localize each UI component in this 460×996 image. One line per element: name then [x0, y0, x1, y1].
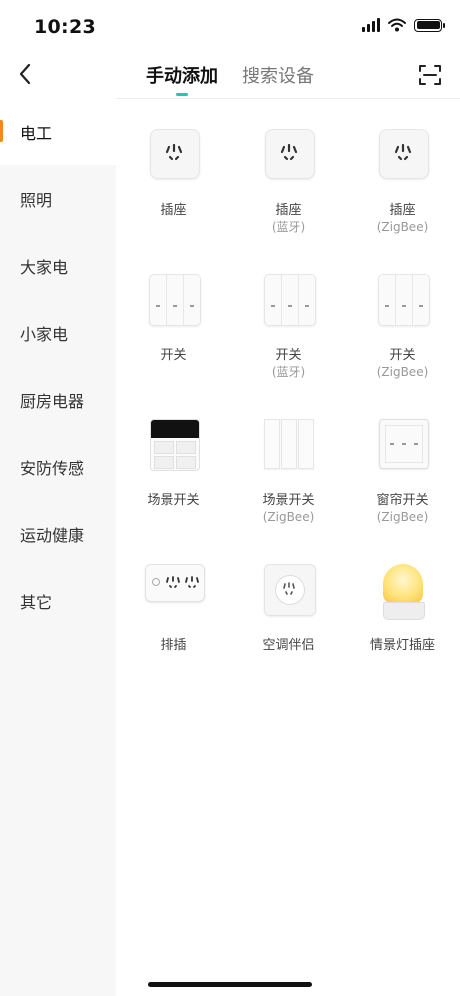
device-sub: (蓝牙) [271, 365, 306, 379]
device-name: 场景开关 [147, 493, 200, 508]
sidebar-item-label: 厨房电器 [20, 391, 85, 411]
sidebar-item-small-appliances[interactable]: 小家电 [0, 299, 116, 366]
device-power-strip[interactable]: 排插 [116, 533, 231, 654]
device-name: 情景灯插座 [369, 638, 435, 653]
power-strip-icon [144, 564, 205, 624]
tab-manual-add[interactable]: 手动添加 [146, 60, 218, 96]
device-curtain-switch-zigbee[interactable]: 窗帘开关 (ZigBee) [345, 388, 460, 525]
device-row: 排插 空调伴侣 情景灯插座 [116, 533, 460, 678]
switch-icon [373, 274, 433, 334]
device-sub: (蓝牙) [271, 220, 306, 234]
tab-search-device[interactable]: 搜索设备 [242, 60, 314, 96]
active-indicator [0, 120, 3, 142]
sidebar-item-large-appliances[interactable]: 大家电 [0, 232, 116, 299]
tab-bar: 手动添加 搜索设备 [0, 60, 460, 96]
switch-icon [144, 274, 204, 334]
sidebar-item-label: 大家电 [20, 257, 69, 277]
device-name: 插座 [275, 203, 302, 218]
device-name: 开关 [275, 348, 302, 363]
device-name: 窗帘开关 [376, 493, 429, 508]
sidebar-item-kitchen[interactable]: 厨房电器 [0, 366, 116, 433]
signal-icon [362, 18, 380, 32]
sidebar-item-electrical[interactable]: 电工 [0, 98, 116, 165]
device-switch[interactable]: 开关 [116, 243, 231, 364]
night-light-icon [373, 564, 433, 624]
device-name: 开关 [160, 348, 187, 363]
socket-icon [144, 129, 204, 189]
socket-icon [373, 129, 433, 189]
sidebar-item-label: 小家电 [20, 324, 69, 344]
device-sub: (ZigBee) [376, 220, 429, 234]
status-time: 10:23 [34, 16, 96, 38]
tab-active-indicator [176, 93, 188, 96]
device-socket-zigbee[interactable]: 插座 (ZigBee) [345, 98, 460, 235]
status-icons [362, 18, 445, 32]
device-name: 插座 [389, 203, 416, 218]
device-row: 插座 插座 (蓝牙) 插座 (ZigBee) [116, 98, 460, 243]
sidebar-item-fitness[interactable]: 运动健康 [0, 500, 116, 567]
device-name: 插座 [160, 203, 187, 218]
battery-icon [414, 18, 445, 32]
category-sidebar: 电工 照明 大家电 小家电 厨房电器 安防传感 运动健康 其它 [0, 98, 116, 996]
sidebar-item-label: 电工 [20, 123, 53, 143]
sidebar-item-other[interactable]: 其它 [0, 567, 116, 634]
socket-icon [259, 129, 319, 189]
curtain-switch-icon [373, 419, 433, 479]
device-name: 场景开关 [262, 493, 315, 508]
device-sub: (ZigBee) [376, 365, 429, 379]
device-sub: (ZigBee) [376, 510, 429, 524]
home-indicator[interactable] [148, 982, 312, 987]
device-socket-bluetooth[interactable]: 插座 (蓝牙) [231, 98, 346, 235]
nav-bar: 手动添加 搜索设备 [0, 52, 460, 99]
device-name: 空调伴侣 [262, 638, 315, 653]
device-scene-switch[interactable]: 场景开关 [116, 388, 231, 509]
device-night-light-socket[interactable]: 情景灯插座 [345, 533, 460, 654]
scene-switch-icon [259, 419, 319, 479]
tab-search-device-label: 搜索设备 [242, 66, 314, 87]
scan-icon[interactable] [418, 63, 442, 87]
device-row: 开关 开关 (蓝牙) 开关 (ZigBee) [116, 243, 460, 388]
scene-switch-icon [144, 419, 204, 479]
sidebar-item-security[interactable]: 安防传感 [0, 433, 116, 500]
device-switch-zigbee[interactable]: 开关 (ZigBee) [345, 243, 460, 380]
switch-icon [259, 274, 319, 334]
device-name: 开关 [389, 348, 416, 363]
device-scene-switch-zigbee[interactable]: 场景开关 (ZigBee) [231, 388, 346, 525]
wifi-icon [388, 18, 406, 32]
device-row: 场景开关 场景开关 (ZigBee) 窗帘开关 (ZigBee) [116, 388, 460, 533]
sidebar-item-label: 其它 [20, 592, 53, 612]
device-ac-companion[interactable]: 空调伴侣 [231, 533, 346, 654]
tab-manual-add-label: 手动添加 [146, 66, 218, 87]
sidebar-item-label: 安防传感 [20, 458, 85, 478]
sidebar-item-lighting[interactable]: 照明 [0, 165, 116, 232]
sidebar-item-label: 照明 [20, 190, 53, 210]
device-socket[interactable]: 插座 [116, 98, 231, 219]
device-switch-bluetooth[interactable]: 开关 (蓝牙) [231, 243, 346, 380]
device-sub: (ZigBee) [262, 510, 315, 524]
device-name: 排插 [160, 638, 187, 653]
sidebar-item-label: 运动健康 [20, 525, 85, 545]
status-bar: 10:23 [0, 0, 460, 52]
ac-companion-icon [259, 564, 319, 624]
